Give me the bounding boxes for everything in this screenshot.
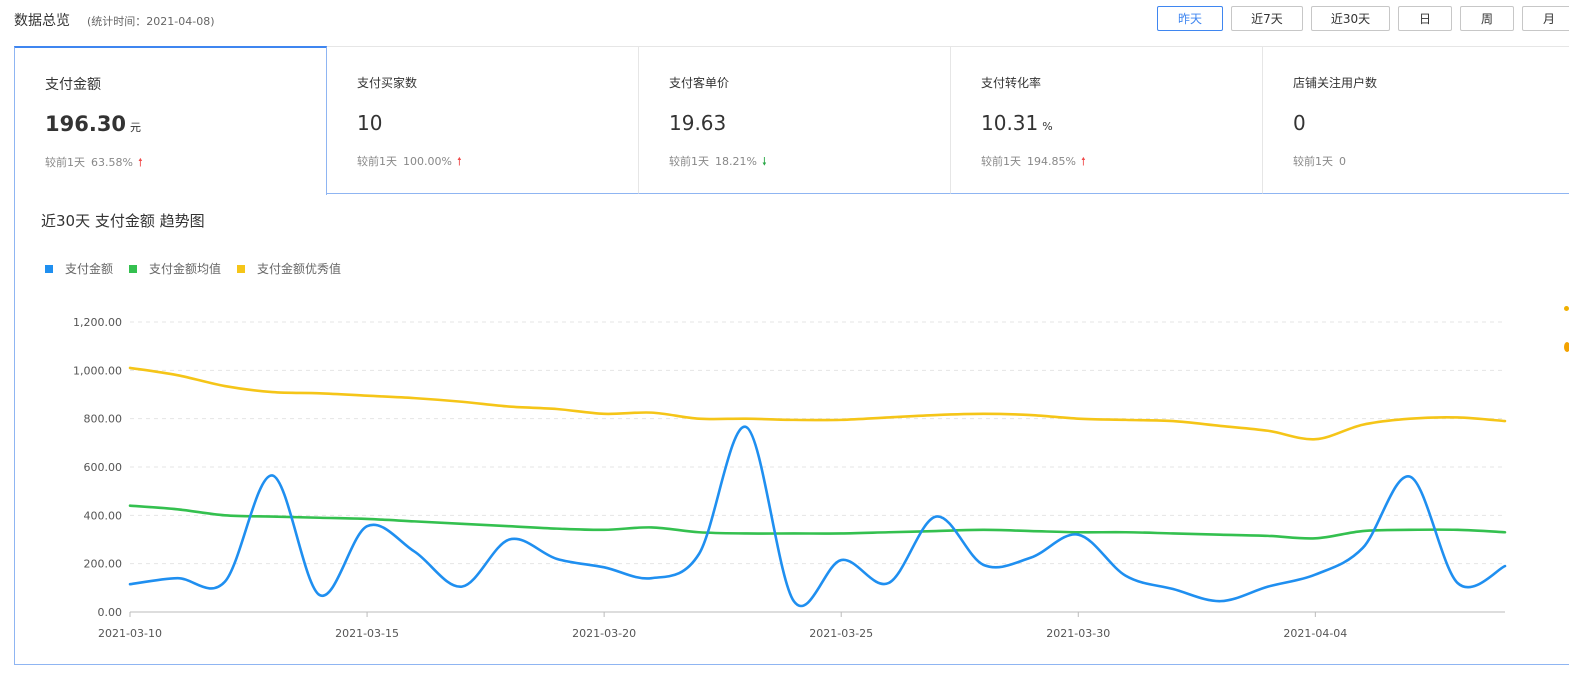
- dashboard: 数据总览 (统计时间：2021-04-08) 昨天 近7天 近30天 日 周 月…: [0, 0, 1569, 675]
- x-tick-label: 2021-03-30: [1046, 627, 1110, 640]
- series-line-1: [128, 504, 1507, 540]
- x-tick-label: 2021-03-10: [98, 627, 162, 640]
- y-tick-label: 1,000.00: [73, 364, 122, 377]
- x-tick-label: 2021-03-25: [809, 627, 873, 640]
- series-line-0: [128, 425, 1507, 608]
- y-tick-label: 600.00: [84, 461, 123, 474]
- side-indicator: [1564, 342, 1569, 352]
- y-tick-label: 400.00: [84, 509, 123, 522]
- trend-chart: 0.00 200.00 400.00 600.00 800.00 1,000.00 1,20…: [73, 316, 1507, 640]
- y-tick-label: 200.00: [84, 558, 123, 571]
- x-tick-label: 2021-03-15: [335, 627, 399, 640]
- series-line-2: [128, 366, 1507, 441]
- x-tick-label: 2021-03-20: [572, 627, 636, 640]
- y-tick-label: 800.00: [84, 413, 123, 426]
- y-tick-label: 1,200.00: [73, 316, 122, 329]
- x-tick-label: 2021-04-04: [1283, 627, 1347, 640]
- side-indicator: [1564, 306, 1569, 311]
- y-tick-label: 0.00: [98, 606, 123, 619]
